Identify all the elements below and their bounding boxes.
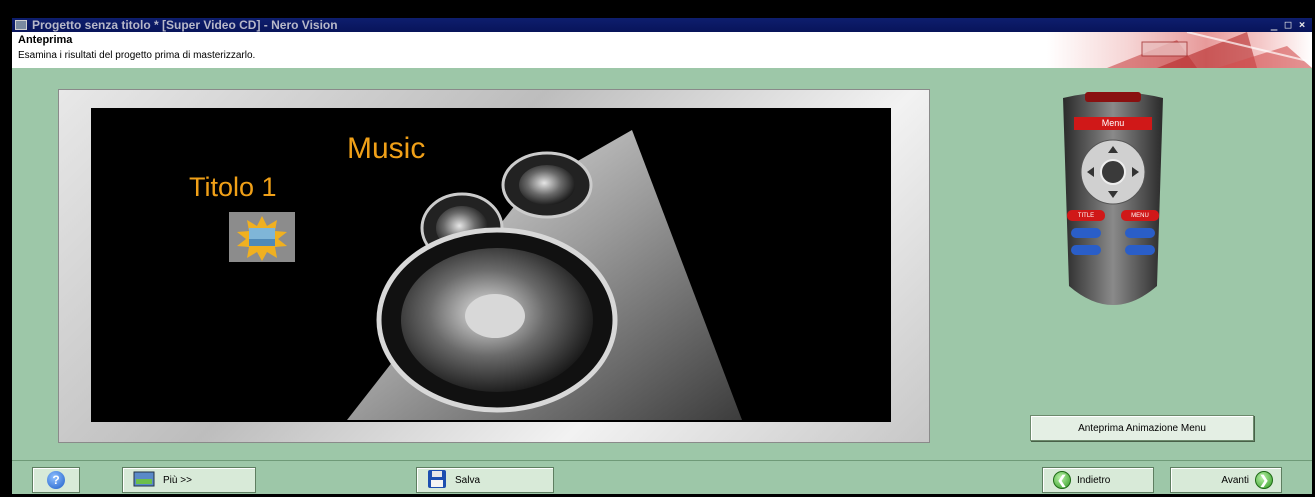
app-window: Progetto senza titolo * [Super Video CD]… xyxy=(0,0,1315,497)
more-icon xyxy=(133,471,155,490)
remote-menu-button[interactable]: MENU xyxy=(1121,211,1159,222)
back-button[interactable]: ❮ Indietro xyxy=(1042,467,1154,493)
next-button-label: Avanti xyxy=(1221,474,1249,486)
remote-play-button[interactable] xyxy=(1071,228,1101,238)
minimize-button[interactable]: _ xyxy=(1268,18,1280,32)
page-header: Anteprima Esamina i risultati del proget… xyxy=(12,32,1312,68)
save-button-label: Salva xyxy=(455,474,481,486)
title-thumbnail[interactable] xyxy=(229,212,295,262)
next-button[interactable]: Avanti ❯ xyxy=(1170,467,1282,493)
preview-frame: Music Titolo 1 xyxy=(58,89,930,443)
help-icon: ? xyxy=(47,471,65,489)
remote-next-button[interactable] xyxy=(1125,245,1155,255)
help-button[interactable]: ? xyxy=(32,467,80,493)
arrow-left-icon: ❮ xyxy=(1053,471,1071,489)
header-banner-image xyxy=(1047,32,1312,68)
close-button[interactable]: × xyxy=(1296,18,1308,32)
arrow-right-icon: ❯ xyxy=(1255,471,1273,489)
save-button[interactable]: Salva xyxy=(416,467,554,493)
page-subtitle: Esamina i risultati del progetto prima d… xyxy=(18,50,256,61)
remote-control: Menu TITLE MENU xyxy=(1053,90,1173,314)
title-bar[interactable]: Progetto senza titolo * [Super Video CD]… xyxy=(12,18,1312,32)
more-button-label: Più >> xyxy=(163,474,192,486)
maximize-button[interactable]: □ xyxy=(1282,18,1294,32)
app-icon xyxy=(15,20,27,30)
speaker-image xyxy=(347,130,742,420)
remote-previous-button[interactable] xyxy=(1071,245,1101,255)
page-title: Anteprima xyxy=(18,34,73,46)
floppy-icon xyxy=(427,469,447,492)
title-item-label[interactable]: Titolo 1 xyxy=(189,172,277,203)
remote-stop-button[interactable] xyxy=(1125,228,1155,238)
more-button[interactable]: Più >> xyxy=(122,467,256,493)
bottom-toolbar: ? Più >> Salva ❮ Indietro Avanti ❯ xyxy=(12,460,1312,494)
window-controls: _ □ × xyxy=(1268,18,1308,32)
window-title: Progetto senza titolo * [Super Video CD]… xyxy=(32,18,338,32)
remote-menu-label[interactable]: Menu xyxy=(1074,117,1152,130)
preview-screen[interactable]: Music Titolo 1 xyxy=(91,108,891,422)
remote-title-button[interactable]: TITLE xyxy=(1067,211,1105,222)
preview-animation-button[interactable]: Anteprima Animazione Menu xyxy=(1030,415,1254,441)
main-area: Music Titolo 1 Menu TITLE MENU Anteprima… xyxy=(12,68,1312,460)
back-button-label: Indietro xyxy=(1077,474,1111,486)
menu-title: Music xyxy=(347,132,426,165)
